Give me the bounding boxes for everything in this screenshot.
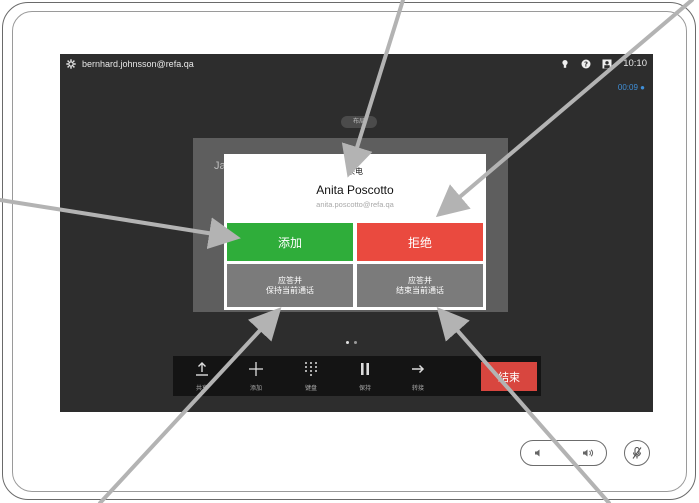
- toolbar-transfer[interactable]: 转接: [398, 356, 438, 396]
- gear-icon[interactable]: [66, 59, 76, 69]
- volume-up-icon[interactable]: [582, 447, 594, 459]
- incoming-call-dialog: 来电 Anita Poscotto anita.poscotto@refa.qa…: [224, 154, 486, 310]
- touch-screen: bernhard.johnsson@refa.qa ? 10:10 00:09 …: [60, 54, 653, 412]
- call-toolbar: 共享 添加 键盘 保持 转接 结束: [173, 356, 541, 396]
- decline-button[interactable]: 拒绝: [357, 223, 483, 261]
- answer-hold-line2: 保持当前通话: [266, 285, 314, 295]
- toolbar-label: 转接: [411, 386, 424, 392]
- page-dot: [354, 341, 357, 344]
- toolbar-label: 保持: [358, 386, 371, 392]
- end-call-button[interactable]: 结束: [481, 362, 537, 391]
- answer-end-line1: 应答并: [408, 275, 432, 285]
- toolbar-label: 共享: [195, 386, 208, 392]
- volume-control: [520, 440, 607, 466]
- answer-end-line2: 结束当前通话: [396, 285, 444, 295]
- pause-icon: [361, 363, 369, 375]
- svg-text:?: ?: [584, 60, 588, 68]
- lightbulb-icon[interactable]: [560, 59, 570, 69]
- volume-down-icon[interactable]: [533, 447, 545, 459]
- add-icon: [249, 362, 263, 376]
- toolbar-label: 键盘: [304, 386, 317, 392]
- answer-hold-line1: 应答并: [278, 275, 302, 285]
- toolbar-label: 添加: [249, 386, 262, 392]
- layout-chip[interactable]: 布局: [341, 116, 377, 128]
- page-indicator: [346, 341, 357, 344]
- toolbar-keypad[interactable]: 键盘: [291, 356, 331, 396]
- toolbar-share[interactable]: 共享: [182, 356, 222, 396]
- account-address: bernhard.johnsson@refa.qa: [82, 59, 194, 69]
- incoming-call-subtitle: 来电: [347, 167, 363, 176]
- selfview-icon[interactable]: [602, 59, 612, 69]
- status-bar: bernhard.johnsson@refa.qa ? 10:10: [60, 54, 653, 76]
- caller-name: Anita Poscotto: [316, 183, 394, 197]
- help-icon[interactable]: ?: [581, 59, 591, 69]
- mute-button[interactable]: [624, 440, 650, 466]
- accept-button[interactable]: 添加: [227, 223, 353, 261]
- clock: 10:10: [623, 58, 647, 69]
- toolbar-add[interactable]: 添加: [236, 356, 276, 396]
- toolbar-hold[interactable]: 保持: [345, 356, 385, 396]
- transfer-icon: [412, 364, 425, 374]
- caller-email: anita.poscotto@refa.qa: [316, 200, 394, 209]
- keypad-icon: [305, 362, 317, 376]
- call-timer: 00:09 ●: [617, 83, 645, 92]
- mute-mic-icon: [632, 446, 642, 459]
- answer-and-hold-button[interactable]: 应答并 保持当前通话: [227, 264, 353, 307]
- answer-and-end-button[interactable]: 应答并 结束当前通话: [357, 264, 483, 307]
- share-icon: [196, 362, 208, 376]
- page-dot: [346, 341, 349, 344]
